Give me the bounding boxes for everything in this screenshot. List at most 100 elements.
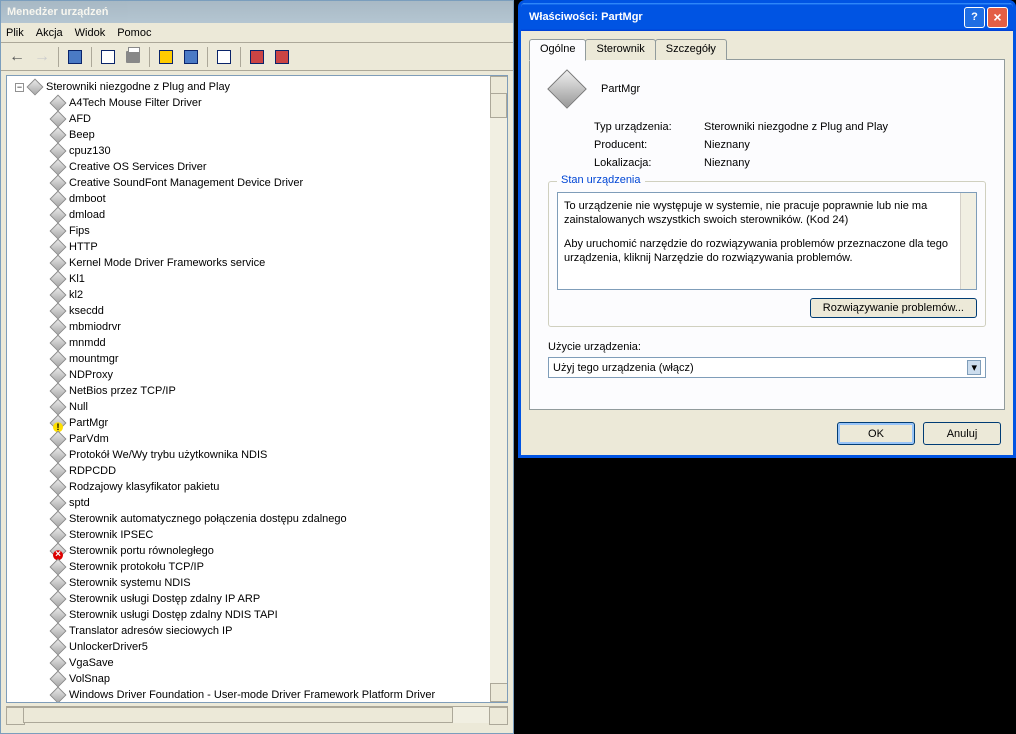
tree-item[interactable]: Sterownik automatycznego połączenia dost…: [52, 511, 504, 527]
help-button[interactable]: ?: [964, 7, 985, 28]
tree-item-label: Translator adresów sieciowych IP: [69, 625, 232, 637]
tree-item[interactable]: Windows Driver Foundation - User-mode Dr…: [52, 687, 504, 703]
print-button[interactable]: [122, 46, 144, 68]
tab-panel-general: PartMgr Typ urządzenia: Sterowniki niezg…: [529, 59, 1005, 410]
status-text: To urządzenie nie występuje w systemie, …: [564, 199, 970, 227]
tree-item[interactable]: UnlockerDriver5: [52, 639, 504, 655]
category-icon: [27, 79, 44, 96]
tree-item[interactable]: ksecdd: [52, 303, 504, 319]
tree-item[interactable]: cpuz130: [52, 143, 504, 159]
tab-driver[interactable]: Sterownik: [585, 39, 655, 60]
tree-item[interactable]: Translator adresów sieciowych IP: [52, 623, 504, 639]
cancel-button[interactable]: Anuluj: [923, 422, 1001, 445]
tab-general[interactable]: Ogólne: [529, 39, 586, 61]
device-icon: [50, 191, 67, 208]
tree-item[interactable]: NDProxy: [52, 367, 504, 383]
tree-root-item[interactable]: − Sterowniki niezgodne z Plug and Play: [15, 79, 504, 95]
tree-item-label: mountmgr: [69, 353, 119, 365]
status-scrollbar[interactable]: [960, 193, 976, 289]
tree-item-label: A4Tech Mouse Filter Driver: [69, 97, 202, 109]
tree-item[interactable]: NetBios przez TCP/IP: [52, 383, 504, 399]
tree-item[interactable]: Sterownik systemu NDIS: [52, 575, 504, 591]
troubleshoot-button[interactable]: Rozwiązywanie problemów...: [810, 298, 977, 318]
tree-item[interactable]: Beep: [52, 127, 504, 143]
tree-item[interactable]: Fips: [52, 223, 504, 239]
device-icon: [50, 575, 67, 592]
collapse-icon[interactable]: −: [15, 83, 24, 92]
tree-item-label: Protokół We/Wy trybu użytkownika NDIS: [69, 449, 267, 461]
scroll-thumb[interactable]: [490, 93, 507, 118]
toolbar-button[interactable]: [246, 46, 268, 68]
tree-item[interactable]: AFD: [52, 111, 504, 127]
tree-item[interactable]: Sterownik IPSEC: [52, 527, 504, 543]
menu-help[interactable]: Pomoc: [117, 27, 151, 39]
tree-item-label: sptd: [69, 497, 90, 509]
tree-item-label: HTTP: [69, 241, 98, 253]
tree-item[interactable]: dmload: [52, 207, 504, 223]
device-icon: [50, 351, 67, 368]
status-text: Aby uruchomić narzędzie do rozwiązywania…: [564, 237, 970, 265]
tree-item[interactable]: VolSnap: [52, 671, 504, 687]
horizontal-scrollbar[interactable]: [6, 706, 508, 723]
toolbar-button[interactable]: [271, 46, 293, 68]
tree-item-label: mnmdd: [69, 337, 106, 349]
tree-item[interactable]: mountmgr: [52, 351, 504, 367]
device-icon: [50, 399, 67, 416]
manufacturer-label: Producent:: [594, 139, 704, 151]
tree-item[interactable]: mnmdd: [52, 335, 504, 351]
tree-item[interactable]: mbmiodrvr: [52, 319, 504, 335]
device-tree[interactable]: − Sterowniki niezgodne z Plug and Play A…: [6, 75, 508, 703]
tab-details[interactable]: Szczegóły: [655, 39, 727, 60]
tree-item[interactable]: Sterownik protokołu TCP/IP: [52, 559, 504, 575]
usage-select[interactable]: Użyj tego urządzenia (włącz): [548, 357, 986, 378]
toolbar-button[interactable]: [180, 46, 202, 68]
tree-item-label: Beep: [69, 129, 95, 141]
tree-item[interactable]: Null: [52, 399, 504, 415]
device-icon: [50, 559, 67, 576]
menu-file[interactable]: Plik: [6, 27, 24, 39]
dialog-titlebar[interactable]: Właściwości: PartMgr ? ×: [521, 3, 1013, 31]
tree-item[interactable]: Kl1: [52, 271, 504, 287]
tree-item-label: mbmiodrvr: [69, 321, 121, 333]
close-button[interactable]: ×: [987, 7, 1008, 28]
toolbar-button[interactable]: [213, 46, 235, 68]
tree-item[interactable]: VgaSave: [52, 655, 504, 671]
device-status-group: Stan urządzenia To urządzenie nie występ…: [548, 181, 986, 327]
tree-item[interactable]: PartMgr: [52, 415, 504, 431]
separator: [149, 47, 150, 67]
device-icon: [50, 127, 67, 144]
vertical-scrollbar[interactable]: [490, 76, 507, 702]
ok-button[interactable]: OK: [837, 422, 915, 445]
tree-item[interactable]: ParVdm: [52, 431, 504, 447]
properties-button[interactable]: [97, 46, 119, 68]
tree-item-label: Rodzajowy klasyfikator pakietu: [69, 481, 219, 493]
tree-item[interactable]: RDPCDD: [52, 463, 504, 479]
tree-item[interactable]: dmboot: [52, 191, 504, 207]
tree-item[interactable]: Sterownik usługi Dostęp zdalny IP ARP: [52, 591, 504, 607]
tree-item[interactable]: Rodzajowy klasyfikator pakietu: [52, 479, 504, 495]
tree-item[interactable]: Sterownik portu równoległego: [52, 543, 504, 559]
back-button[interactable]: ←: [6, 46, 28, 68]
menu-action[interactable]: Akcja: [36, 27, 63, 39]
toolbar-button[interactable]: [155, 46, 177, 68]
tree-item[interactable]: Kernel Mode Driver Frameworks service: [52, 255, 504, 271]
scroll-thumb[interactable]: [23, 707, 453, 723]
menu-view[interactable]: Widok: [75, 27, 106, 39]
status-textbox[interactable]: To urządzenie nie występuje w systemie, …: [557, 192, 977, 290]
tree-item[interactable]: Creative SoundFont Management Device Dri…: [52, 175, 504, 191]
tree-item[interactable]: HTTP: [52, 239, 504, 255]
device-icon: [50, 687, 67, 703]
tree-item[interactable]: Protokół We/Wy trybu użytkownika NDIS: [52, 447, 504, 463]
tree-item[interactable]: Sterownik usługi Dostęp zdalny NDIS TAPI: [52, 607, 504, 623]
tree-item[interactable]: kl2: [52, 287, 504, 303]
device-icon: [50, 335, 67, 352]
dialog-buttons: OK Anuluj: [837, 422, 1001, 445]
tree-item[interactable]: sptd: [52, 495, 504, 511]
tree-item-label: Creative SoundFont Management Device Dri…: [69, 177, 303, 189]
device-icon: [50, 607, 67, 624]
device-icon: [50, 479, 67, 496]
toolbar-button[interactable]: [64, 46, 86, 68]
tree-item[interactable]: A4Tech Mouse Filter Driver: [52, 95, 504, 111]
tree-item[interactable]: Creative OS Services Driver: [52, 159, 504, 175]
tree-item-label: Creative OS Services Driver: [69, 161, 207, 173]
